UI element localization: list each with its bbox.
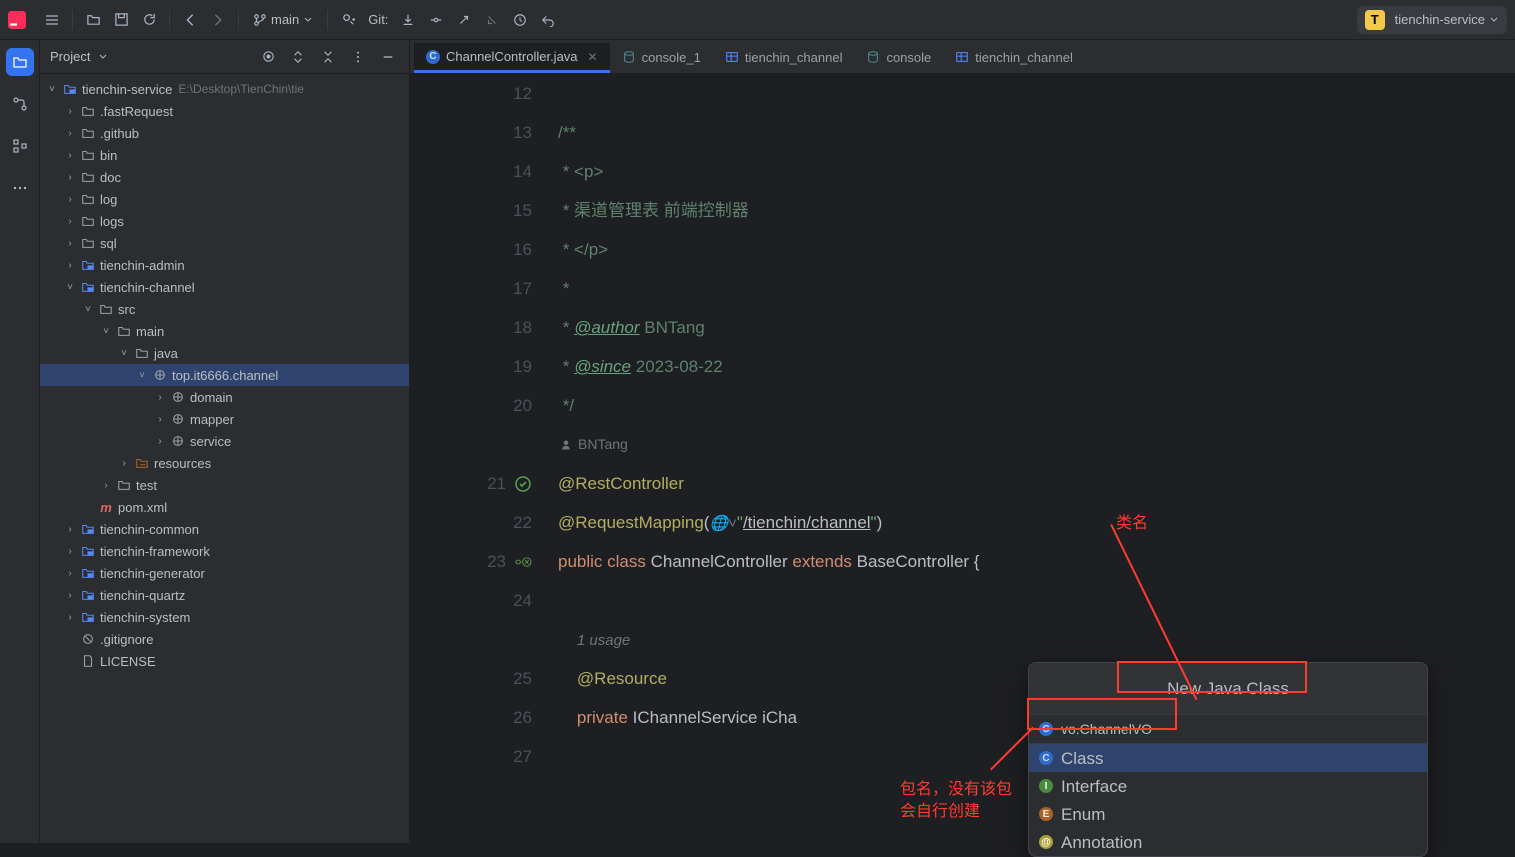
tree-item[interactable]: ›tienchin-system <box>40 606 409 628</box>
main-toolbar: main Git: T tienchin-service <box>0 0 1515 40</box>
editor-area: CChannelController.java✕console_1tienchi… <box>410 40 1515 843</box>
close-icon[interactable]: ✕ <box>588 50 598 64</box>
git-push-icon[interactable] <box>450 6 478 34</box>
tree-item[interactable]: ›resources <box>40 452 409 474</box>
tree-item[interactable]: ›service <box>40 430 409 452</box>
tree-item[interactable]: ˅src <box>40 298 409 320</box>
tree-item[interactable]: ›test <box>40 474 409 496</box>
popup-option-list: CClassIInterfaceEEnum@Annotation <box>1029 744 1427 856</box>
tree-item[interactable]: ›doc <box>40 166 409 188</box>
editor-gutter: 12131415161718192021222324252627 <box>410 74 550 843</box>
tool-window-rail <box>0 40 40 843</box>
project-panel: Project ˅tienchin-serviceE:\Desktop\Tien… <box>40 40 410 843</box>
editor-tab[interactable]: tienchin_channel <box>713 43 855 73</box>
class-name-input[interactable] <box>1061 721 1417 737</box>
tree-item[interactable]: LICENSE <box>40 650 409 672</box>
forward-icon[interactable] <box>204 6 232 34</box>
tree-item[interactable]: ˅tienchin-channel <box>40 276 409 298</box>
git-commit-icon[interactable] <box>422 6 450 34</box>
tree-item[interactable]: ›domain <box>40 386 409 408</box>
minimize-icon[interactable] <box>377 46 399 68</box>
new-class-popup: New Java Class C CClassIInterfaceEEnum@A… <box>1028 662 1428 857</box>
editor-tab[interactable]: console <box>854 43 943 73</box>
git-rollback-icon[interactable] <box>478 6 506 34</box>
project-panel-header: Project <box>40 40 409 74</box>
tree-item[interactable]: ›.fastRequest <box>40 100 409 122</box>
git-revert-icon[interactable] <box>534 6 562 34</box>
tree-item[interactable]: .gitignore <box>40 628 409 650</box>
main-menu-icon[interactable] <box>38 6 66 34</box>
popup-option[interactable]: @Annotation <box>1029 828 1427 856</box>
git-label: Git: <box>368 12 388 27</box>
save-icon[interactable] <box>107 6 135 34</box>
tree-item[interactable]: ›tienchin-quartz <box>40 584 409 606</box>
tree-item[interactable]: ›mapper <box>40 408 409 430</box>
git-pull-icon[interactable] <box>394 6 422 34</box>
branch-name: main <box>271 12 299 27</box>
git-branch-selector[interactable]: main <box>245 12 321 27</box>
vcs-update-icon[interactable] <box>334 6 362 34</box>
class-icon: C <box>1039 722 1053 736</box>
expand-all-icon[interactable] <box>287 46 309 68</box>
project-badge: T <box>1365 10 1385 30</box>
editor-tab[interactable]: console_1 <box>610 43 713 73</box>
git-history-icon[interactable] <box>506 6 534 34</box>
tree-item[interactable]: ›tienchin-admin <box>40 254 409 276</box>
tree-item[interactable]: ›tienchin-generator <box>40 562 409 584</box>
code-editor[interactable]: 12131415161718192021222324252627 /** * <… <box>410 74 1515 843</box>
back-icon[interactable] <box>176 6 204 34</box>
popup-title: New Java Class <box>1029 663 1427 715</box>
project-name: tienchin-service <box>1395 12 1485 27</box>
chevron-down-icon[interactable] <box>98 52 108 62</box>
tree-root[interactable]: ˅tienchin-serviceE:\Desktop\TienChin\tie <box>40 78 409 100</box>
tree-item[interactable]: ›log <box>40 188 409 210</box>
tree-item[interactable]: ˅main <box>40 320 409 342</box>
project-panel-title: Project <box>50 49 90 64</box>
tree-item[interactable]: ˅top.it6666.channel <box>40 364 409 386</box>
tree-item[interactable]: ›.github <box>40 122 409 144</box>
tree-item[interactable]: ›bin <box>40 144 409 166</box>
settings-icon[interactable] <box>347 46 369 68</box>
tree-item[interactable]: ›logs <box>40 210 409 232</box>
tree-item[interactable]: mpom.xml <box>40 496 409 518</box>
tree-item[interactable]: ›tienchin-common <box>40 518 409 540</box>
vcs-tool-icon[interactable] <box>6 90 34 118</box>
tree-item[interactable]: ˅java <box>40 342 409 364</box>
editor-tab[interactable]: CChannelController.java✕ <box>414 43 610 73</box>
structure-tool-icon[interactable] <box>6 132 34 160</box>
tree-item[interactable]: ›sql <box>40 232 409 254</box>
more-tool-icon[interactable] <box>6 174 34 202</box>
select-opened-file-icon[interactable] <box>257 46 279 68</box>
chevron-down-icon <box>1489 15 1499 25</box>
project-selector[interactable]: T tienchin-service <box>1357 6 1507 34</box>
editor-tabs: CChannelController.java✕console_1tienchi… <box>410 40 1515 74</box>
intellij-logo-icon <box>8 11 26 29</box>
project-tree[interactable]: ˅tienchin-serviceE:\Desktop\TienChin\tie… <box>40 74 409 843</box>
collapse-all-icon[interactable] <box>317 46 339 68</box>
project-tool-icon[interactable] <box>6 48 34 76</box>
sync-icon[interactable] <box>135 6 163 34</box>
tree-item[interactable]: ›tienchin-framework <box>40 540 409 562</box>
branch-icon <box>253 13 267 27</box>
chevron-down-icon <box>303 15 313 25</box>
editor-tab[interactable]: tienchin_channel <box>943 43 1085 73</box>
open-icon[interactable] <box>79 6 107 34</box>
